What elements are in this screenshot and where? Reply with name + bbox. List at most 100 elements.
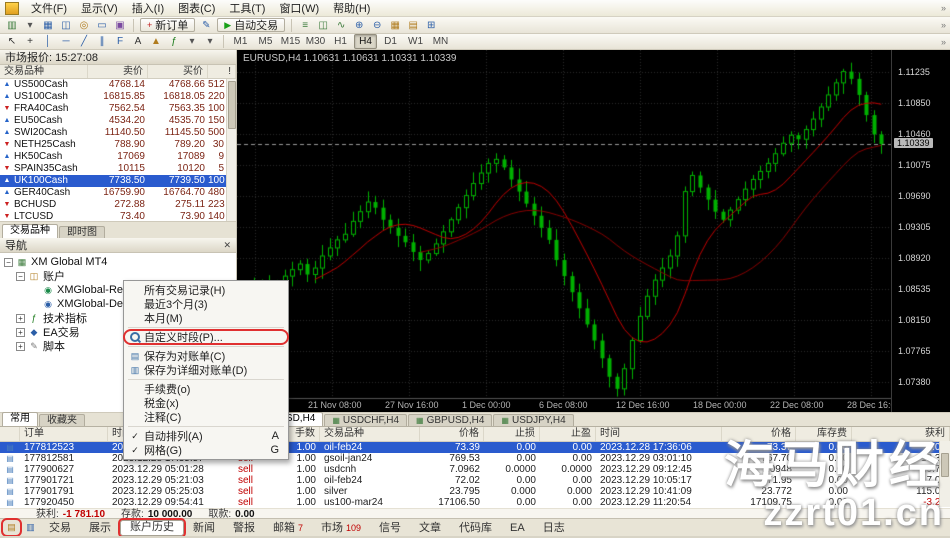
market-watch-row-NETH25Cash[interactable]: ▼NETH25Cash788.90789.2030 (0, 139, 236, 151)
context-menu-all-history[interactable]: 所有交易记录(H) (124, 283, 288, 297)
shapes-icon[interactable]: ▲ (148, 35, 164, 49)
market-watch-row-US100Cash[interactable]: ▲US100Cash16815.8516818.05220 (0, 91, 236, 103)
menu-tools[interactable]: 工具(T) (222, 0, 272, 17)
order-row-177920450[interactable]: ▤1779204502023.12.29 09:54:41sell1.00us1… (0, 497, 950, 508)
terminal-col-8[interactable]: 时间 (596, 427, 722, 441)
market-watch-row-HK50Cash[interactable]: ▲HK50Cash17069170899 (0, 151, 236, 163)
chart-tab-GBPUSD,H4[interactable]: ▦GBPUSD,H4 (408, 414, 492, 426)
context-menu-this-month[interactable]: 本月(M) (124, 311, 288, 325)
timeframe-h1[interactable]: H1 (329, 34, 352, 49)
terminal-tab-交易[interactable]: 交易 (40, 521, 80, 535)
expand-icon[interactable]: + (16, 342, 25, 351)
expand-icon[interactable]: + (16, 314, 25, 323)
terminal-tab-市场[interactable]: 市场109 (312, 521, 370, 535)
context-menu-last-3-months[interactable]: 最近3个月(3) (124, 297, 288, 311)
terminal-col-10[interactable]: 库存费 (796, 427, 852, 441)
templates-dropdown[interactable]: ▾ (202, 35, 218, 49)
new-order-button[interactable]: + 新订单 (140, 18, 195, 32)
close-icon[interactable]: ✕ (223, 240, 231, 251)
new-chart-icon[interactable]: ▥ (4, 18, 20, 32)
tab-即时图[interactable]: 即时图 (59, 226, 105, 238)
chart-area[interactable]: EURUSD,H4 1.10631 1.10631 1.10331 1.1033… (237, 50, 950, 412)
order-row-177901791[interactable]: ▤1779017912023.12.29 05:25:03sell1.00sil… (0, 486, 950, 497)
context-menu-save-as-detailed-report[interactable]: ▥保存为详细对账单(D) (124, 363, 288, 377)
market-watch-row-US500Cash[interactable]: ▲US500Cash4768.144768.66512 (0, 79, 236, 91)
terminal-col-4[interactable]: 交易品种 (320, 427, 420, 441)
market-watch-col-0[interactable]: 交易品种 (0, 65, 88, 78)
market-watch-row-UK100Cash[interactable]: ▲UK100Cash7738.507739.50100 (0, 175, 236, 187)
terminal-col-0[interactable]: 订单 (20, 427, 108, 441)
terminal-tab-新闻[interactable]: 新闻 (184, 521, 224, 535)
toolbar-overflow-icon[interactable]: » (941, 37, 950, 47)
context-menu-custom-period[interactable]: 自定义时段(P)... (124, 330, 288, 344)
candlestick-icon[interactable]: ◫ (315, 18, 331, 32)
terminal-col-6[interactable]: 止损 (484, 427, 540, 441)
timeframe-h4[interactable]: H4 (354, 34, 377, 49)
timeframe-mn[interactable]: MN (429, 34, 452, 49)
menu-help[interactable]: 帮助(H) (326, 0, 377, 17)
strategy-tester-icon[interactable]: ▣ (112, 18, 128, 32)
market-watch-icon[interactable]: ▦ (40, 18, 56, 32)
menu-window[interactable]: 窗口(W) (272, 0, 326, 17)
profiles-icon[interactable]: ▾ (22, 18, 38, 32)
text-icon[interactable]: A (130, 35, 146, 49)
terminal-tab-代码库[interactable]: 代码库 (450, 521, 501, 535)
channel-icon[interactable]: ∥ (94, 35, 110, 49)
timeframe-d1[interactable]: D1 (379, 34, 402, 49)
terminal-tab-EA[interactable]: EA (501, 521, 534, 535)
cursor-icon[interactable]: ↖ (4, 35, 20, 49)
menu-insert[interactable]: 插入(I) (125, 0, 171, 17)
autotrading-button[interactable]: ▶ 自动交易 (217, 18, 285, 32)
terminal-tab-信号[interactable]: 信号 (370, 521, 410, 535)
menu-file[interactable]: 文件(F) (24, 0, 74, 17)
horizontal-line-icon[interactable]: ─ (58, 35, 74, 49)
navigator-icon[interactable]: ◎ (76, 18, 92, 32)
terminal-tab-文章[interactable]: 文章 (410, 521, 450, 535)
indicators-icon[interactable]: ƒ (166, 35, 182, 49)
context-menu-taxes[interactable]: 税金(x) (124, 396, 288, 410)
order-row-177901721[interactable]: ▤1779017212023.12.29 05:21:03sell1.00oil… (0, 475, 950, 486)
context-menu-grid[interactable]: ✓网格(G)G (124, 443, 288, 457)
terminal-col-5[interactable]: 价格 (420, 427, 484, 441)
metaeditor-icon[interactable]: ✎ (198, 18, 214, 32)
market-watch-row-BCHUSD[interactable]: ▼BCHUSD272.88275.11223 (0, 199, 236, 211)
indicator-list-dropdown[interactable]: ▾ (184, 35, 200, 49)
timeframe-m1[interactable]: M1 (229, 34, 252, 49)
terminal-col-9[interactable]: 价格 (722, 427, 796, 441)
terminal-tab-警报[interactable]: 警报 (224, 521, 264, 535)
toolbar-overflow-icon[interactable]: » (941, 20, 950, 30)
cascade-windows-icon[interactable]: ▤ (405, 18, 421, 32)
navigator-root[interactable]: −▦XM Global MT4 (0, 255, 236, 269)
collapse-icon[interactable]: − (4, 258, 13, 267)
market-watch-col-1[interactable]: 卖价 (88, 65, 148, 78)
price-scale[interactable]: 1.112351.108501.104601.100751.096901.093… (891, 50, 950, 412)
terminal-tab-邮箱[interactable]: 邮箱7 (264, 521, 312, 535)
order-row-177900627[interactable]: ▤1779006272023.12.29 05:01:28sell1.00usd… (0, 464, 950, 475)
context-menu-commissions[interactable]: 手续费(o) (124, 382, 288, 396)
market-watch-scrollbar[interactable] (226, 79, 236, 221)
zoom-out-icon[interactable]: ⊖ (369, 18, 385, 32)
tab-收藏夹[interactable]: 收藏夹 (39, 414, 85, 426)
fibonacci-icon[interactable]: F (112, 35, 128, 49)
terminal-icon[interactable]: ▭ (94, 18, 110, 32)
market-watch-row-GER40Cash[interactable]: ▲GER40Cash16759.9016764.70480 (0, 187, 236, 199)
terminal-tab-账户历史[interactable]: 账户历史 (120, 520, 184, 536)
timeframe-m15[interactable]: M15 (279, 34, 302, 49)
market-watch-col-2[interactable]: 买价 (148, 65, 208, 78)
timeframe-w1[interactable]: W1 (404, 34, 427, 49)
context-menu-auto-arrange[interactable]: ✓自动排列(A)A (124, 429, 288, 443)
terminal-scrollbar[interactable] (939, 441, 950, 507)
tile-windows-icon[interactable]: ▦ (387, 18, 403, 32)
menu-view[interactable]: 显示(V) (74, 0, 125, 17)
market-watch-col-3[interactable]: ! (208, 65, 236, 78)
data-window-icon[interactable]: ◫ (58, 18, 74, 32)
tab-交易品种[interactable]: 交易品种 (2, 224, 58, 238)
market-watch-row-SWI20Cash[interactable]: ▲SWI20Cash11140.5011145.50500 (0, 127, 236, 139)
crosshair-icon[interactable]: + (22, 35, 38, 49)
chart-tab-USDCHF,H4[interactable]: ▦USDCHF,H4 (324, 414, 407, 426)
tab-常用[interactable]: 常用 (2, 412, 38, 426)
market-watch-row-SPAIN35Cash[interactable]: ▼SPAIN35Cash10115101205 (0, 163, 236, 175)
candlestick-chart[interactable] (237, 50, 891, 412)
bar-chart-icon[interactable]: ≡ (297, 18, 313, 32)
collapse-icon[interactable]: − (16, 272, 25, 281)
